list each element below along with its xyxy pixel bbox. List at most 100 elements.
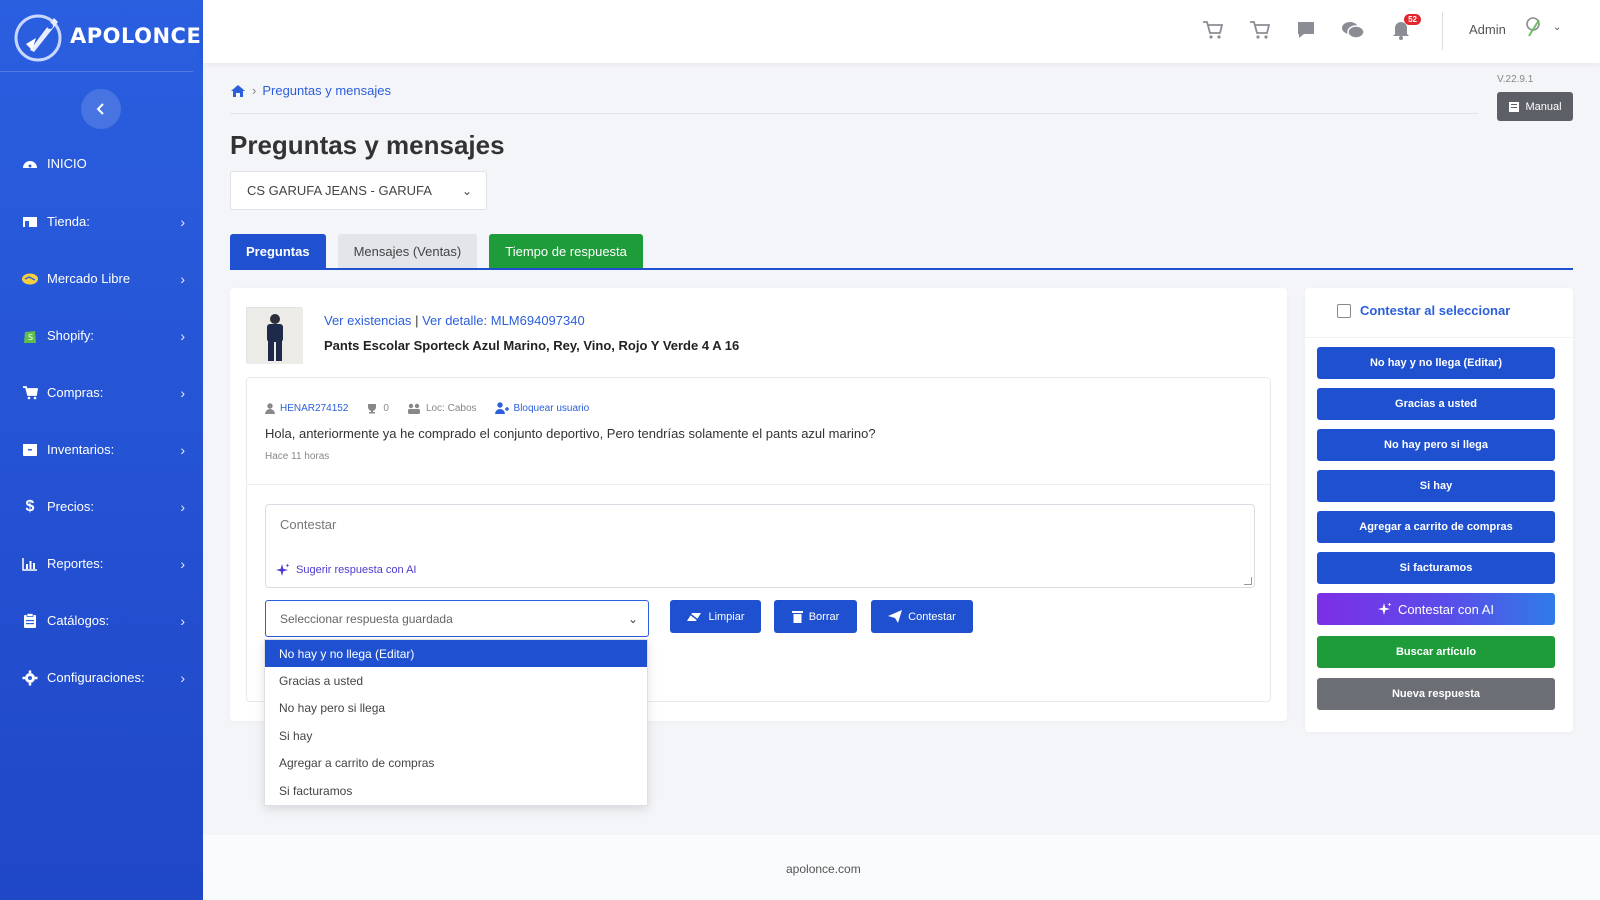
quick-reply-button[interactable]: No hay pero si llega <box>1317 429 1555 461</box>
bell-icon[interactable]: 52 <box>1389 14 1421 42</box>
tab-mensajes-ventas[interactable]: Mensajes (Ventas) <box>337 234 478 269</box>
chat-bubbles-icon[interactable] <box>1341 18 1365 42</box>
quick-reply-button[interactable]: Agregar a carrito de compras <box>1317 511 1555 543</box>
question-user[interactable]: HENAR274152 <box>280 403 348 414</box>
sidebar-item-label: Catálogos: <box>47 613 110 628</box>
inventory-icon <box>21 441 39 459</box>
sidebar-item-configuraciones[interactable]: Configuraciones: › <box>0 649 203 706</box>
divider <box>1305 337 1573 338</box>
answer-button[interactable]: Contestar <box>871 600 973 633</box>
collapse-sidebar-button[interactable] <box>81 89 121 129</box>
block-user-link[interactable]: Bloquear usuario <box>514 403 590 414</box>
home-icon[interactable] <box>230 84 246 98</box>
user-icon <box>265 402 275 414</box>
checkbox[interactable] <box>1337 303 1351 318</box>
saved-response-dropdown: No hay y no llega (Editar) Gracias a ust… <box>264 639 648 806</box>
message-icon[interactable] <box>1294 18 1318 42</box>
chevron-right-icon: › <box>180 384 185 401</box>
rocket-logo-icon <box>12 8 68 64</box>
book-icon <box>1509 101 1520 112</box>
user-name[interactable]: Admin <box>1469 22 1506 37</box>
link-separator: | <box>415 313 419 328</box>
sidebar-item-inventarios[interactable]: Inventarios: › <box>0 421 203 478</box>
quick-reply-button[interactable]: Si hay <box>1317 470 1555 502</box>
dropdown-option[interactable]: Si facturamos <box>265 777 647 804</box>
chevron-right-icon: › <box>180 612 185 629</box>
manual-button[interactable]: Manual <box>1497 92 1573 121</box>
dropdown-option[interactable]: No hay pero si llega <box>265 695 647 722</box>
divider <box>230 113 1478 114</box>
sidebar-item-label: Tienda: <box>47 214 90 229</box>
saved-response-select[interactable]: Seleccionar respuesta guardada ⌄ <box>265 600 649 637</box>
brand-logo[interactable]: APOLONCE <box>0 0 201 72</box>
quick-reply-button[interactable]: No hay y no llega (Editar) <box>1317 347 1555 379</box>
suggest-ai-label: Sugerir respuesta con AI <box>296 564 417 576</box>
breadcrumb-current[interactable]: Preguntas y mensajes <box>262 83 391 98</box>
cart-icon[interactable] <box>1248 18 1272 42</box>
cart-icon <box>21 384 39 402</box>
chevron-right-icon: › <box>180 669 185 686</box>
breadcrumb-separator: › <box>252 83 257 98</box>
chart-icon <box>21 555 39 573</box>
sparkles-icon <box>1377 602 1392 615</box>
shopify-icon: S <box>21 327 39 345</box>
sidebar-item-label: Mercado Libre <box>47 271 131 286</box>
clear-button[interactable]: Limpiar <box>670 600 761 633</box>
quick-reply-button[interactable]: Gracias a usted <box>1317 388 1555 420</box>
dropdown-option[interactable]: Gracias a usted <box>265 667 647 694</box>
gear-icon <box>21 669 39 687</box>
answer-with-ai-button[interactable]: Contestar con AI <box>1317 593 1555 625</box>
view-detail-link[interactable]: Ver detalle: MLM694097340 <box>422 313 585 328</box>
suggest-ai-link[interactable]: Sugerir respuesta con AI <box>276 563 416 577</box>
page-title: Preguntas y mensajes <box>230 130 505 160</box>
chevron-right-icon: › <box>180 270 185 287</box>
notification-badge: 52 <box>1404 14 1421 25</box>
delete-label: Borrar <box>808 610 840 623</box>
sidebar-item-inicio[interactable]: INICIO <box>0 143 203 183</box>
sidebar-item-reportes[interactable]: Reportes: › <box>0 535 203 592</box>
chevron-left-icon <box>96 103 104 115</box>
sidebar-item-shopify[interactable]: S Shopify: › <box>0 307 203 364</box>
tab-preguntas[interactable]: Preguntas <box>230 234 326 269</box>
sidebar-item-mercado-libre[interactable]: Mercado Libre › <box>0 250 203 307</box>
checkbox-label: Contestar al seleccionar <box>1360 303 1511 318</box>
dropdown-option[interactable]: Agregar a carrito de compras <box>265 750 647 777</box>
store-select-value: CS GARUFA JEANS - GARUFA <box>247 183 432 198</box>
product-thumbnail[interactable] <box>246 307 303 364</box>
dropdown-option[interactable]: No hay y no llega (Editar) <box>265 640 647 668</box>
search-article-button[interactable]: Buscar artículo <box>1317 636 1555 668</box>
sidebar-item-label: Shopify: <box>47 328 94 343</box>
sidebar-item-label: Reportes: <box>47 556 104 571</box>
question-time: Hace 11 horas <box>265 451 330 462</box>
manual-label: Manual <box>1525 100 1562 113</box>
sidebar-item-compras[interactable]: Compras: › <box>0 364 203 421</box>
chevron-down-icon: ⌄ <box>461 183 472 198</box>
sidebar-item-catalogos[interactable]: Catálogos: › <box>0 592 203 649</box>
tabs: Preguntas Mensajes (Ventas) Tiempo de re… <box>230 234 643 269</box>
new-response-button[interactable]: Nueva respuesta <box>1317 678 1555 710</box>
answer-textarea[interactable]: Contestar Sugerir respuesta con AI <box>265 504 1255 588</box>
divider <box>247 484 1270 485</box>
sidebar-item-precios[interactable]: $ Precios: › <box>0 478 203 535</box>
quick-replies-panel: Contestar al seleccionar No hay y no lle… <box>1305 288 1573 732</box>
resize-handle[interactable] <box>1244 577 1252 585</box>
store-select[interactable]: CS GARUFA JEANS - GARUFA ⌄ <box>230 171 487 210</box>
location-users-icon <box>407 403 420 414</box>
cart-outline-icon[interactable] <box>1201 18 1225 42</box>
answer-label: Contestar <box>908 610 956 623</box>
sidebar-item-label: INICIO <box>47 155 87 171</box>
dollar-icon: $ <box>25 497 35 515</box>
divider <box>1442 12 1443 50</box>
tab-tiempo-de-respuesta[interactable]: Tiempo de respuesta <box>489 234 643 269</box>
trophy-icon <box>368 403 377 413</box>
dropdown-option[interactable]: Si hay <box>265 722 647 749</box>
sidebar-item-tienda[interactable]: Tienda: › <box>0 193 203 250</box>
quick-reply-button[interactable]: Si facturamos <box>1317 552 1555 584</box>
user-avatar-icon[interactable] <box>1523 16 1545 38</box>
product-links: Ver existencias | Ver detalle: MLM694097… <box>324 313 585 328</box>
answer-on-select-checkbox[interactable]: Contestar al seleccionar <box>1337 303 1510 318</box>
chevron-down-icon[interactable]: ⌄ <box>1553 22 1561 33</box>
footer-text[interactable]: apolonce.com <box>786 862 861 876</box>
delete-button[interactable]: Borrar <box>774 600 857 633</box>
view-stock-link[interactable]: Ver existencias <box>324 313 411 328</box>
